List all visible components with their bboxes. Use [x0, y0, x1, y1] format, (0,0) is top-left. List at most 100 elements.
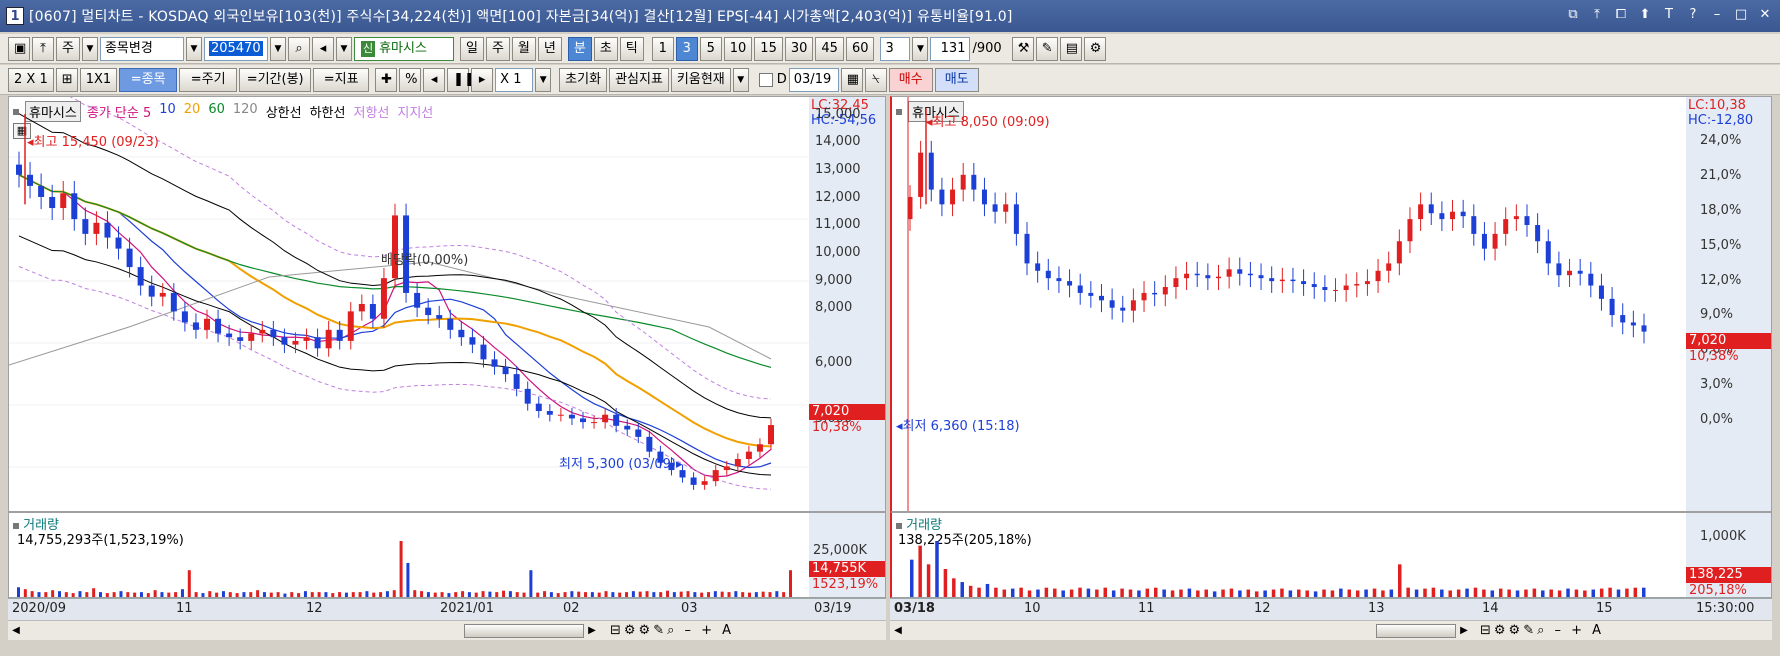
kiwoom-dropdown-icon[interactable]: ▼	[732, 67, 749, 92]
candle-body	[436, 315, 443, 319]
minute-tab-5[interactable]: 5	[699, 36, 722, 61]
minute-tab-15[interactable]: 15	[754, 36, 783, 61]
period-tab-1[interactable]: 주	[485, 36, 510, 61]
volume-bar	[119, 591, 123, 597]
title-control-7-icon[interactable]: □	[1732, 6, 1750, 24]
buy-button[interactable]: 매수	[888, 67, 933, 92]
sell-button[interactable]: 매도	[934, 67, 979, 92]
speaker-icon[interactable]: ◂	[311, 36, 334, 61]
left-scroll-left-icon[interactable]: ◀	[8, 623, 24, 639]
title-control-3-icon[interactable]: ⬆	[1636, 6, 1654, 24]
left-vol-tag: 14,755K	[809, 561, 885, 577]
reset-button[interactable]: 초기화	[559, 67, 608, 92]
right-price-chart[interactable]: 휴마시스 LC:10,38 HC:-12,80 24,0% 21,0% 18,0% 1…	[890, 96, 1772, 512]
stock-change-dropdown-icon[interactable]: ▼	[185, 36, 202, 61]
stock-change-select[interactable]: 종목변경	[99, 36, 184, 61]
stock-name-box[interactable]: 신 휴마시스	[353, 36, 454, 61]
window-number-icon[interactable]: 1	[6, 7, 24, 25]
right-scroll-left-icon[interactable]: ◀	[890, 623, 906, 639]
candle-body	[1290, 279, 1296, 282]
candle-body	[535, 403, 542, 412]
layout-1x1-button[interactable]: 1X1	[79, 67, 118, 92]
interest-indicator-button[interactable]: 관심지표	[609, 67, 669, 92]
search-icon[interactable]: ⌕	[287, 36, 310, 61]
save-icon[interactable]: ▤	[1059, 36, 1082, 61]
kiwoom-current-button[interactable]: 키움현재	[670, 67, 731, 92]
left-scroll-right-icon[interactable]: ▶	[584, 623, 600, 639]
sync-period-button[interactable]: =주기	[179, 67, 238, 92]
minute-tab-60[interactable]: 60	[845, 36, 875, 61]
right-price-tag: 7,020	[1686, 333, 1771, 349]
sync-stock-button[interactable]: =종목	[119, 67, 178, 92]
right-zoom-tools[interactable]: ⊟⚙⚙✎⌕ – + A	[1480, 623, 1604, 638]
stock-code-value: 205470	[208, 40, 263, 56]
pause-icon[interactable]: ❚❚	[447, 67, 475, 92]
left-volume-chart[interactable]: 거래량 14,755,293주(1,523,19%) 25,000K 14,75…	[8, 512, 886, 598]
calendar-icon[interactable]: ▦	[840, 67, 863, 92]
candle-body	[1333, 289, 1339, 291]
count-input[interactable]: 131	[930, 36, 971, 61]
title-control-4-icon[interactable]: T	[1660, 6, 1678, 24]
candle-body	[1630, 322, 1636, 326]
minute-tab-30[interactable]: 30	[784, 36, 814, 61]
period-tab-2[interactable]: 월	[511, 36, 536, 61]
right-scrollbar[interactable]: ◀ ▶ ⊟⚙⚙✎⌕ – + A	[890, 620, 1772, 640]
grid-icon[interactable]: ⊞	[55, 67, 78, 92]
left-price-chart[interactable]: 휴마시스 종가 단순 5 10 20 60 120 상한선 하한선 저항선 지지선 ▦ LC:3…	[8, 96, 886, 512]
crosshair-icon[interactable]: ✚	[375, 67, 398, 92]
volume-bar	[782, 592, 786, 597]
unit-tab-0[interactable]: 분	[567, 36, 592, 61]
stock-code-input[interactable]: 205470	[203, 36, 268, 61]
right-hc-label: HC:-12,80	[1688, 113, 1754, 128]
scroll-right-icon[interactable]: ▸	[471, 67, 494, 92]
volume-bar	[474, 592, 478, 597]
left-zoom-tools[interactable]: ⊟⚙⚙✎⌕ – + A	[610, 623, 734, 638]
zoom-dropdown-icon[interactable]: ▼	[535, 67, 552, 92]
layout-icon[interactable]: ▣	[8, 36, 30, 61]
unit-tab-1[interactable]: 초	[593, 36, 618, 61]
volume-bar	[645, 591, 649, 597]
interval-input[interactable]: 3	[880, 36, 911, 61]
right-volume-chart[interactable]: 거래량 138,225주(205,18%) 1,000K 138,225 205…	[890, 512, 1772, 598]
candle-body	[1386, 263, 1392, 271]
volume-bar	[85, 592, 89, 597]
minute-tab-3[interactable]: 3	[675, 36, 698, 61]
left-scroll-thumb[interactable]	[464, 623, 584, 638]
right-x-right: 15:30:00	[1696, 601, 1755, 616]
candle-body	[336, 329, 343, 341]
right-scroll-thumb[interactable]	[1376, 623, 1456, 638]
left-scrollbar[interactable]: ◀ ▶ ⊟⚙⚙✎⌕ – + A	[8, 620, 886, 640]
right-scroll-right-icon[interactable]: ▶	[1456, 623, 1472, 639]
period-tab-0[interactable]: 일	[459, 36, 484, 61]
title-control-5-icon[interactable]: ?	[1684, 6, 1702, 24]
title-control-2-icon[interactable]: ⧠	[1612, 6, 1630, 24]
minute-tab-10[interactable]: 10	[723, 36, 753, 61]
draw-tool-icon[interactable]: ✎	[1035, 36, 1058, 61]
title-control-6-icon[interactable]: –	[1708, 6, 1726, 24]
volume-bar	[1406, 587, 1410, 597]
percent-button[interactable]: %	[399, 67, 422, 92]
date-checkbox[interactable]	[758, 72, 773, 87]
minute-tab-1[interactable]: 1	[651, 36, 674, 61]
type-select[interactable]: 주	[56, 36, 80, 61]
title-control-1-icon[interactable]: ⤒	[1588, 6, 1606, 24]
code-dropdown-icon[interactable]: ▼	[269, 36, 286, 61]
settings-gear-icon[interactable]: ⚙	[1083, 36, 1106, 61]
scroll-left-icon[interactable]: ◂	[423, 67, 446, 92]
type-dropdown-icon[interactable]: ▼	[81, 36, 98, 61]
sync-indicator-button[interactable]: =지표	[313, 67, 370, 92]
sync-range-button[interactable]: =기간(봉)	[239, 67, 312, 92]
interval-dropdown-icon[interactable]: ▼	[912, 36, 929, 61]
zoom-select[interactable]: X 1	[495, 67, 534, 92]
pin-icon[interactable]: ⤒	[32, 36, 54, 61]
date-input[interactable]: 03/19	[788, 67, 839, 92]
layout-2x1-button[interactable]: 2 X 1	[8, 67, 54, 92]
minute-tab-45[interactable]: 45	[815, 36, 844, 61]
unit-tab-2[interactable]: 틱	[619, 36, 644, 61]
title-control-0-icon[interactable]: ⧉	[1564, 6, 1582, 24]
title-control-8-icon[interactable]: ✕	[1756, 6, 1774, 24]
indicator-icon[interactable]: ⚒	[1011, 36, 1034, 61]
speaker-dropdown-icon[interactable]: ▼	[335, 36, 352, 61]
period-tab-3[interactable]: 년	[537, 36, 562, 61]
chart-tool-icon[interactable]: ⍀	[864, 67, 887, 92]
